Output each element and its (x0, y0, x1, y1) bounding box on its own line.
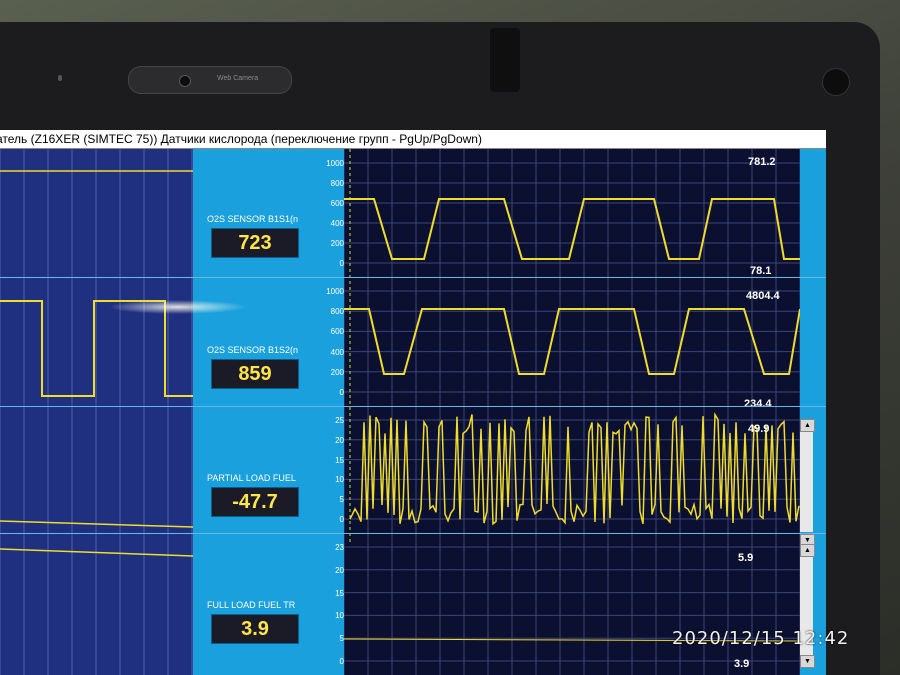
scale-tick-label: 20 (335, 435, 344, 445)
scale-tick-label: 200 (330, 367, 344, 377)
left-trace-panel (0, 149, 194, 675)
scale-tick-label: 0 (339, 388, 344, 397)
scale-tick-label: 10 (335, 475, 344, 485)
channel-2-label: O2S SENSOR B1S2(n (207, 345, 299, 355)
channel-1-value: 723 (211, 228, 299, 258)
sensor-plot (343, 149, 801, 675)
channel-3-trace (349, 411, 800, 526)
channel-2-min: 234.4 (744, 398, 772, 410)
scale-tick-label: 800 (330, 307, 344, 317)
scroll-down-button-2[interactable]: ▼ (800, 655, 815, 668)
scale-tick-label: 25 (335, 416, 344, 425)
scale-tick-label: 0 (339, 657, 344, 666)
channel-2-value: 859 (211, 359, 299, 389)
plot-area (343, 149, 801, 675)
channel-1-min: 78.1 (750, 265, 772, 277)
channel-1-max: 781.2 (748, 156, 776, 168)
channel-3-value: -47.7 (211, 487, 299, 517)
webcam-lens-icon (179, 75, 191, 87)
screen: атель (Z16XER (SIMTEC 75)) Датчики кисло… (0, 130, 826, 675)
scale-tick-label: 600 (330, 199, 344, 208)
scale-tick-label: 600 (330, 327, 344, 337)
row-separator (0, 277, 826, 278)
row-separator (0, 533, 826, 534)
scale-tick-label: 400 (330, 219, 344, 228)
scale-tick-label: 0 (339, 259, 344, 268)
screen-glare (108, 300, 248, 314)
lid-latch (490, 28, 520, 92)
scale-tick-label: 1000 (326, 287, 344, 296)
scale-tick-label: 23 (335, 543, 344, 552)
scale-tick-label: 200 (330, 239, 344, 248)
channel-1-label: O2S SENSOR B1S1(n (207, 214, 299, 224)
channel-2-max: 4804.4 (746, 290, 780, 302)
channel-4-label: FULL LOAD FUEL TR (207, 600, 296, 610)
scale-tick-label: 0 (339, 515, 344, 524)
channel-4-value: 3.9 (211, 614, 299, 644)
channel-3-label: PARTIAL LOAD FUEL (207, 473, 296, 483)
scale-tick-label: 15 (335, 588, 344, 598)
scale-tick-label: 400 (330, 347, 344, 357)
scroll-up-button-2[interactable]: ▲ (800, 544, 815, 557)
webcam-housing: Web Camera (128, 66, 292, 94)
scroll-track[interactable] (800, 432, 813, 532)
photo-timestamp: 2020/12/15 12:42 (672, 628, 850, 649)
channel-1-trace (344, 198, 800, 260)
scale-tick-label: 800 (330, 179, 344, 188)
row-separator (0, 406, 826, 407)
scale-tick-label: 10 (335, 611, 344, 621)
window-titlebar[interactable]: атель (Z16XER (SIMTEC 75)) Датчики кисло… (0, 130, 826, 149)
window-title: атель (Z16XER (SIMTEC 75)) Датчики кисло… (0, 132, 482, 146)
scale-tick-label: 5 (339, 634, 344, 644)
scroll-up-button[interactable]: ▲ (800, 419, 815, 432)
scale-tick-label: 20 (335, 565, 344, 575)
status-led (58, 75, 62, 81)
channel-3-max: 49.9 (748, 423, 770, 435)
webcam-label: Web Camera (217, 75, 259, 82)
scale-tick-label: 15 (335, 455, 344, 465)
channel-4-min: 3.9 (734, 658, 750, 670)
channel-4-max: 5.9 (738, 552, 754, 564)
power-button[interactable] (822, 68, 850, 96)
left-trace-chart (0, 149, 194, 675)
scale-tick-label: 1000 (326, 159, 344, 168)
channel-2-trace (344, 308, 801, 375)
scale-tick-label: 5 (339, 495, 344, 505)
